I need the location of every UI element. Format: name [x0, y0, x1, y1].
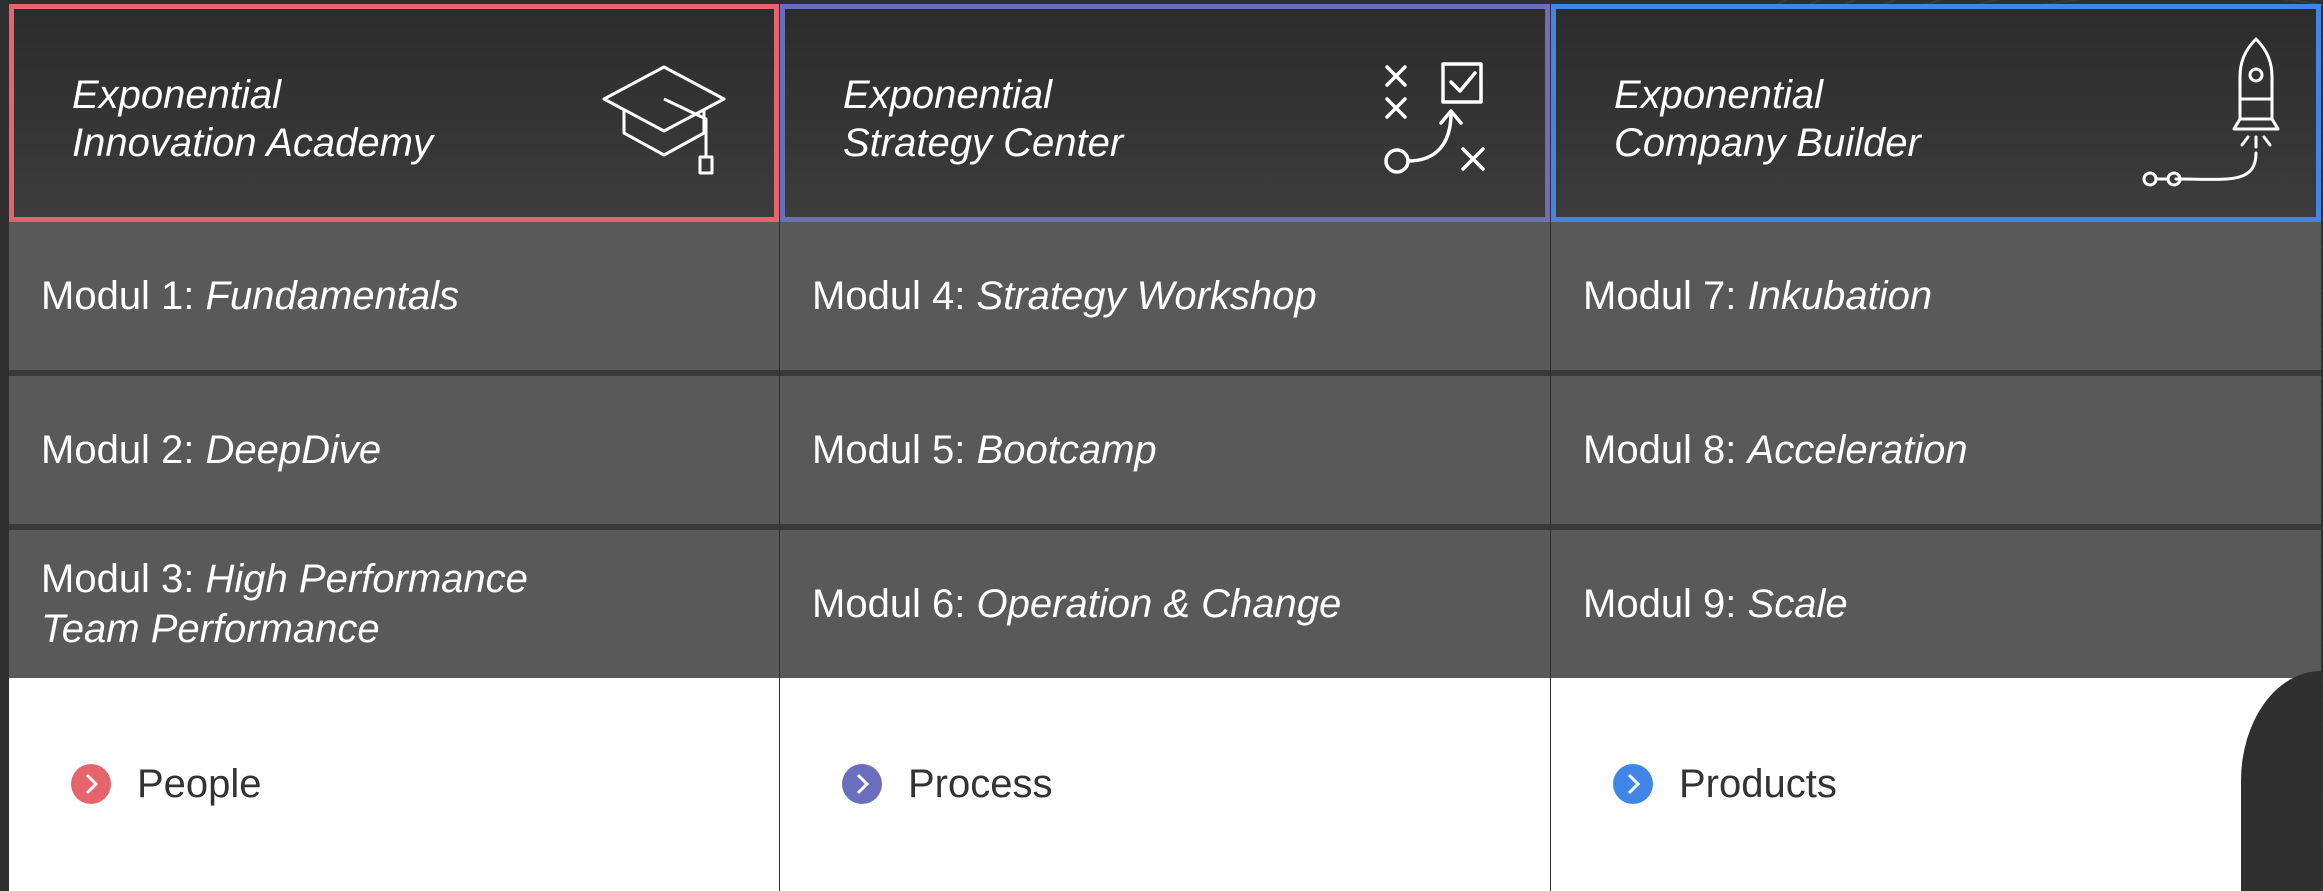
column-title: Exponential Strategy Center	[843, 73, 1124, 165]
module-name: Bootcamp	[976, 428, 1157, 472]
column-innovation-academy: Exponential Innovation Academy Modul 1: …	[9, 0, 779, 891]
module-prefix: Modul 7:	[1583, 274, 1748, 318]
module-prefix: Modul 4:	[812, 274, 977, 318]
module-prefix: Modul 9:	[1583, 582, 1748, 626]
column-title: Exponential Innovation Academy	[72, 73, 433, 165]
module-name: Fundamentals	[205, 274, 460, 318]
module-row[interactable]: Modul 1: Fundamentals	[9, 222, 779, 370]
column-company-builder: Exponential Company Builder Modul 7: Ink…	[1551, 0, 2321, 891]
chevron-right-icon[interactable]	[1613, 764, 1653, 804]
module-name: Inkubation	[1747, 274, 1933, 318]
column-strategy-center: Exponential Strategy Center Modul 4: Str…	[780, 0, 1550, 891]
module-prefix: Modul 5:	[812, 428, 977, 472]
footer-label: Products	[1679, 762, 1837, 806]
module-name: Strategy Workshop	[976, 274, 1317, 318]
column-footer: People	[9, 678, 779, 891]
strategy-play-icon	[1384, 62, 1485, 174]
column-title: Exponential Company Builder	[1614, 73, 1921, 165]
column-header: Exponential Company Builder	[1551, 4, 2321, 222]
column-header: Exponential Innovation Academy	[9, 4, 779, 222]
chevron-right-icon[interactable]	[842, 764, 882, 804]
column-footer: Products	[1551, 671, 2321, 891]
module-name: DeepDive	[205, 428, 382, 472]
module-name: Scale	[1747, 582, 1848, 626]
module-name: Operation & Change	[976, 582, 1342, 626]
module-name: Acceleration	[1747, 428, 1968, 472]
module-row[interactable]: Modul 2: DeepDive	[9, 376, 779, 524]
module-row[interactable]: Modul 6: Operation & Change	[780, 530, 1550, 678]
module-prefix: Modul 2:	[41, 428, 206, 472]
module-prefix: Modul 6:	[812, 582, 977, 626]
module-row[interactable]: Modul 5: Bootcamp	[780, 376, 1550, 524]
column-header: Exponential Strategy Center	[780, 4, 1550, 222]
module-row[interactable]: Modul 3: High Performance Team Performan…	[9, 530, 779, 678]
footer-label: Process	[908, 762, 1053, 806]
module-prefix: Modul 8:	[1583, 428, 1748, 472]
module-row[interactable]: Modul 9: Scale	[1551, 530, 2321, 678]
module-row[interactable]: Modul 8: Acceleration	[1551, 376, 2321, 524]
module-prefix: Modul 3:	[41, 557, 206, 601]
module-row[interactable]: Modul 7: Inkubation	[1551, 222, 2321, 370]
footer-label: People	[137, 762, 262, 806]
module-prefix: Modul 1:	[41, 274, 206, 318]
rocket-icon	[2142, 37, 2280, 187]
corner-curve	[2241, 671, 2321, 891]
column-footer: Process	[780, 678, 1550, 891]
graduation-cap-icon	[602, 65, 726, 175]
module-row[interactable]: Modul 4: Strategy Workshop	[780, 222, 1550, 370]
chevron-right-icon[interactable]	[71, 764, 111, 804]
